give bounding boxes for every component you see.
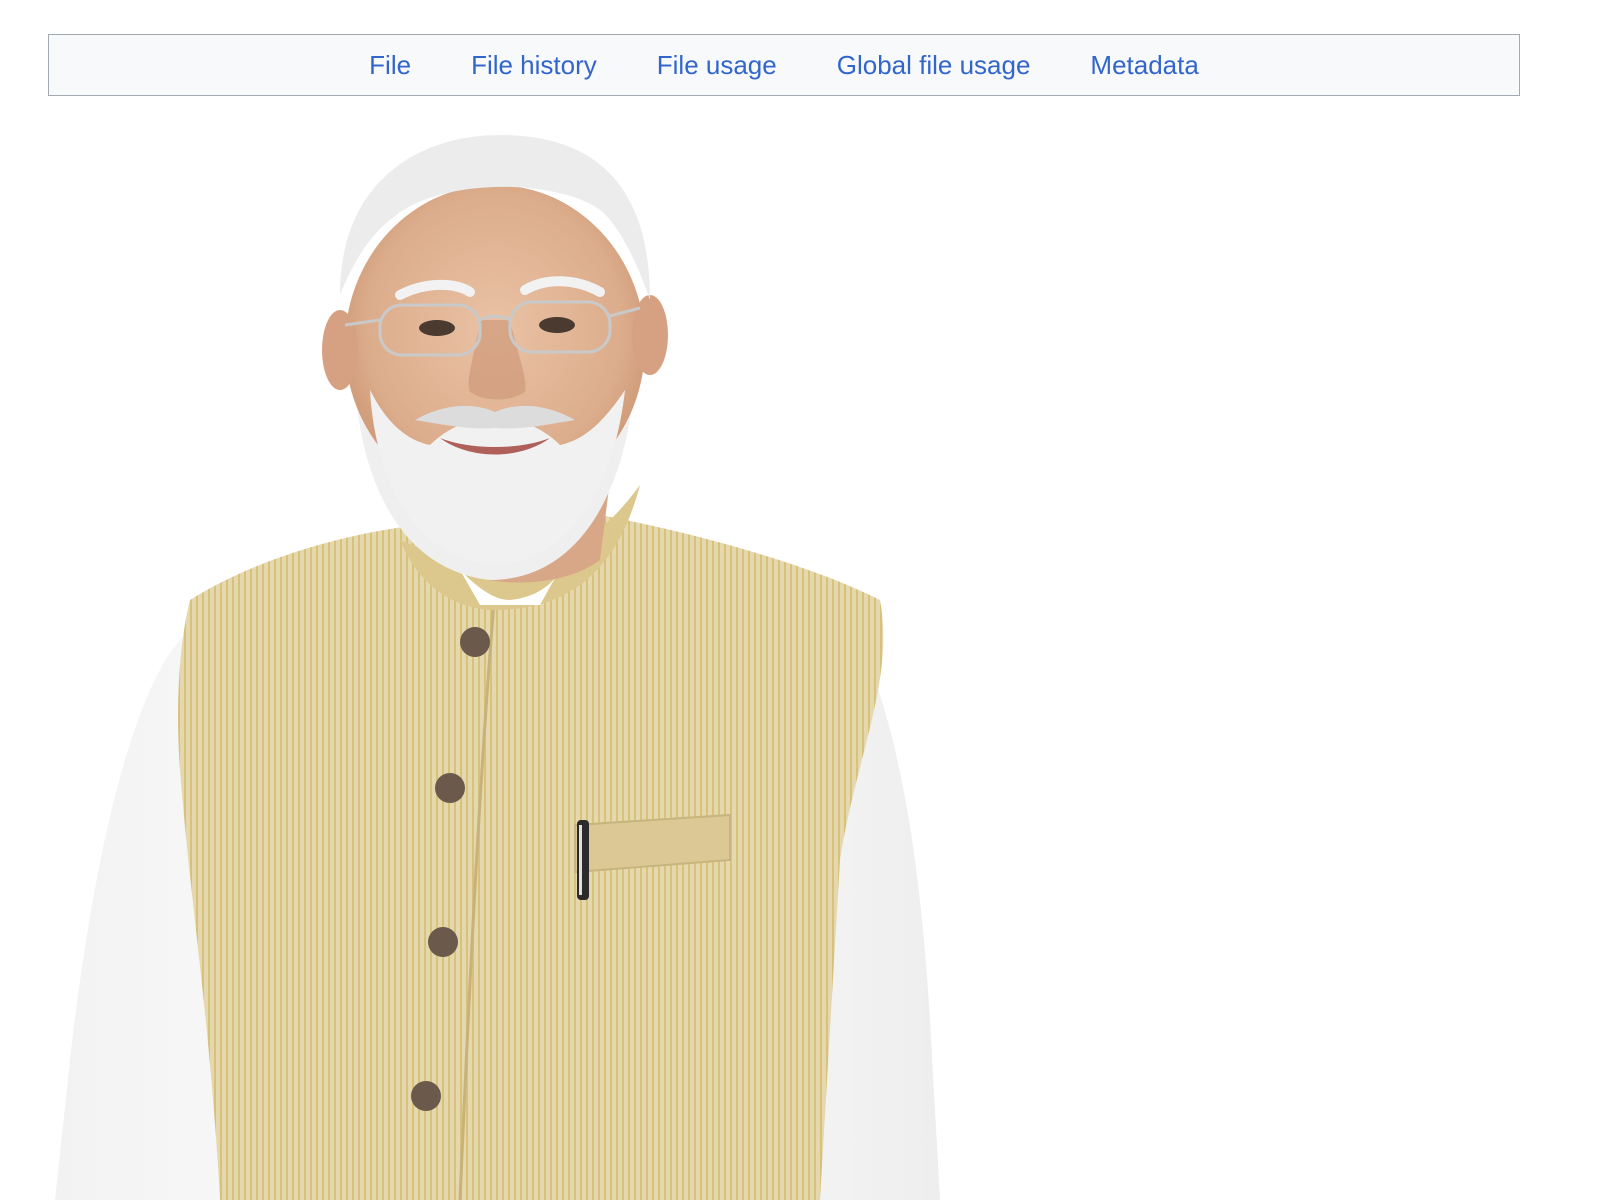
pen [577,820,589,900]
file-page: File File history File usage Global file… [0,0,1600,1200]
tab-file[interactable]: File [339,35,441,95]
tab-file-history[interactable]: File history [441,35,627,95]
tab-file-usage[interactable]: File usage [627,35,807,95]
vest [178,515,884,1200]
tab-metadata[interactable]: Metadata [1060,35,1228,95]
file-image[interactable] [40,120,960,1200]
portrait-photo [55,135,940,1200]
tab-global-file-usage[interactable]: Global file usage [807,35,1061,95]
file-toc-bar: File File history File usage Global file… [48,34,1520,96]
